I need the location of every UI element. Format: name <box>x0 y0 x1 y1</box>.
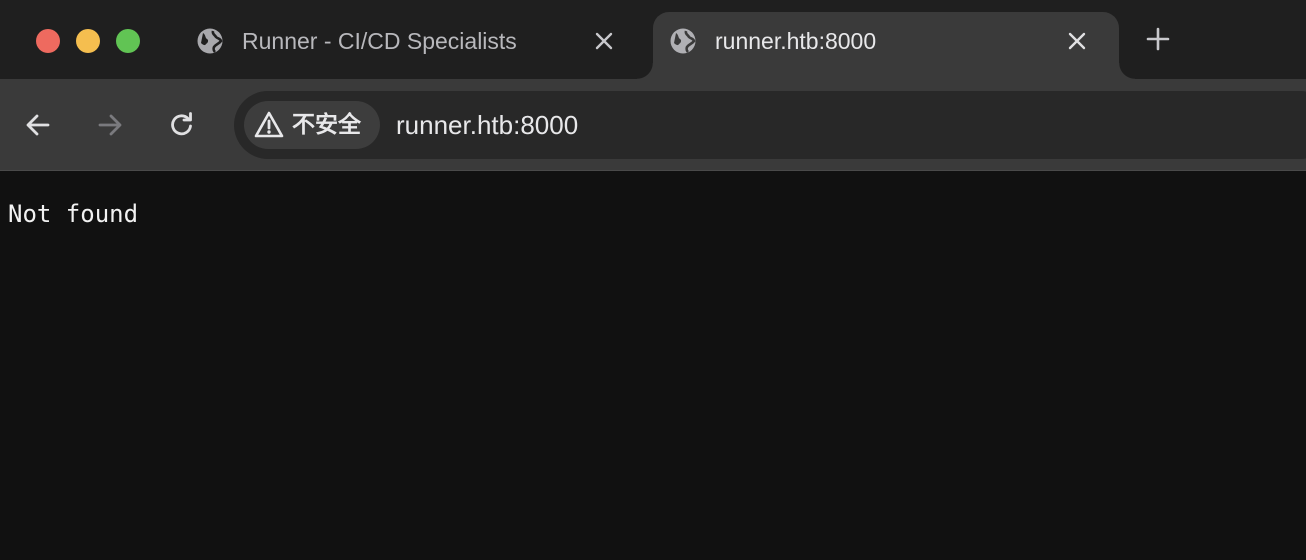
window-close-button[interactable] <box>36 29 60 53</box>
tab-strip: Runner - CI/CD Specialists runner.htb:80… <box>0 0 1306 79</box>
not-found-message: Not found <box>8 200 139 228</box>
tab-runner-htb-8000[interactable]: runner.htb:8000 <box>637 12 1135 79</box>
close-tab-icon[interactable] <box>1065 29 1089 53</box>
window-minimize-button[interactable] <box>76 29 100 53</box>
plus-icon[interactable] <box>1146 27 1170 51</box>
page-content: Not found <box>0 171 1306 560</box>
arrow-left-icon[interactable] <box>24 111 52 139</box>
tab-title: runner.htb:8000 <box>715 28 877 54</box>
window-maximize-button[interactable] <box>116 29 140 53</box>
globe-icon <box>197 28 223 54</box>
warning-triangle-icon <box>254 111 284 138</box>
globe-icon <box>670 28 696 54</box>
url-text[interactable]: runner.htb:8000 <box>396 108 578 142</box>
arrow-right-icon[interactable] <box>96 111 124 139</box>
reload-icon[interactable] <box>168 111 196 139</box>
security-label: 不安全 <box>292 112 361 138</box>
security-indicator[interactable]: 不安全 <box>244 101 380 149</box>
browser-toolbar: 不安全 runner.htb:8000 <box>0 79 1306 171</box>
address-bar[interactable]: 不安全 runner.htb:8000 <box>234 91 1306 159</box>
tab-runner-ci-cd[interactable]: Runner - CI/CD Specialists <box>180 12 646 79</box>
tab-title: Runner - CI/CD Specialists <box>242 28 517 54</box>
close-tab-icon[interactable] <box>592 29 616 53</box>
